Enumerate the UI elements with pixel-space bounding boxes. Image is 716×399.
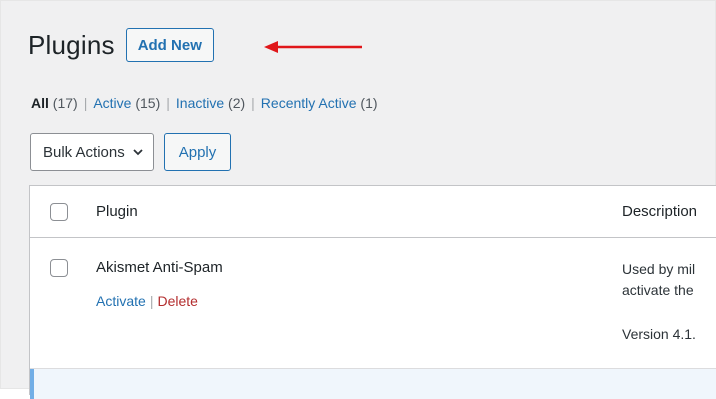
plugins-table: Plugin Description Akismet Anti-Spam Act…: [29, 185, 716, 399]
filter-active-count: (15): [135, 95, 161, 111]
column-header-plugin[interactable]: Plugin: [96, 203, 138, 220]
row-actions: Activate | Delete: [96, 293, 198, 309]
bulk-actions-bar: Bulk Actions Apply: [30, 133, 232, 171]
description-line: activate the: [622, 282, 694, 298]
activate-link[interactable]: Activate: [96, 293, 146, 309]
chevron-down-icon: [133, 149, 143, 156]
table-row-active: [30, 369, 716, 399]
add-new-button[interactable]: Add New: [125, 28, 214, 62]
filter-separator: |: [83, 95, 88, 111]
action-separator: |: [149, 293, 154, 309]
plugin-name: Akismet Anti-Spam: [96, 259, 223, 276]
apply-button[interactable]: Apply: [163, 133, 232, 171]
red-arrow-icon: [264, 41, 362, 53]
filter-separator: |: [251, 95, 255, 111]
filter-all[interactable]: All (17): [31, 95, 78, 111]
row-checkbox[interactable]: [50, 259, 68, 277]
filter-all-label: All: [31, 95, 49, 111]
table-row: Akismet Anti-Spam Activate | Delete Used b…: [30, 238, 716, 369]
plugins-page: Plugins Add New All (17) | Active (15) | Ina…: [0, 0, 716, 399]
filter-separator: |: [166, 95, 170, 111]
active-row-indicator: [30, 369, 34, 399]
filter-active[interactable]: Active (15): [93, 95, 160, 111]
table-header: Plugin Description: [30, 186, 716, 238]
filter-recent-label: Recently Active: [260, 95, 357, 111]
page-title: Plugins: [28, 30, 115, 60]
plugin-version: Version 4.1.: [622, 326, 696, 342]
plugin-description: Used by mil activate the: [622, 259, 695, 301]
select-all-checkbox[interactable]: [50, 203, 68, 221]
filter-recent-count: (1): [360, 95, 378, 111]
filter-recently-active[interactable]: Recently Active (1): [261, 95, 378, 111]
bulk-actions-select[interactable]: Bulk Actions: [30, 133, 154, 171]
filter-inactive[interactable]: Inactive (2): [176, 95, 245, 111]
status-filters: All (17) | Active (15) | Inactive (2) | Recent…: [31, 95, 378, 111]
description-line: Used by mil: [622, 261, 696, 277]
filter-inactive-label: Inactive: [175, 95, 225, 111]
delete-link[interactable]: Delete: [157, 293, 197, 309]
filter-inactive-count: (2): [228, 95, 246, 111]
filter-all-count: (17): [52, 95, 78, 111]
column-header-description: Description: [622, 203, 698, 220]
page-header: Plugins Add New: [28, 28, 214, 62]
bulk-actions-value: Bulk Actions: [43, 143, 125, 161]
filter-active-label: Active: [93, 95, 132, 111]
